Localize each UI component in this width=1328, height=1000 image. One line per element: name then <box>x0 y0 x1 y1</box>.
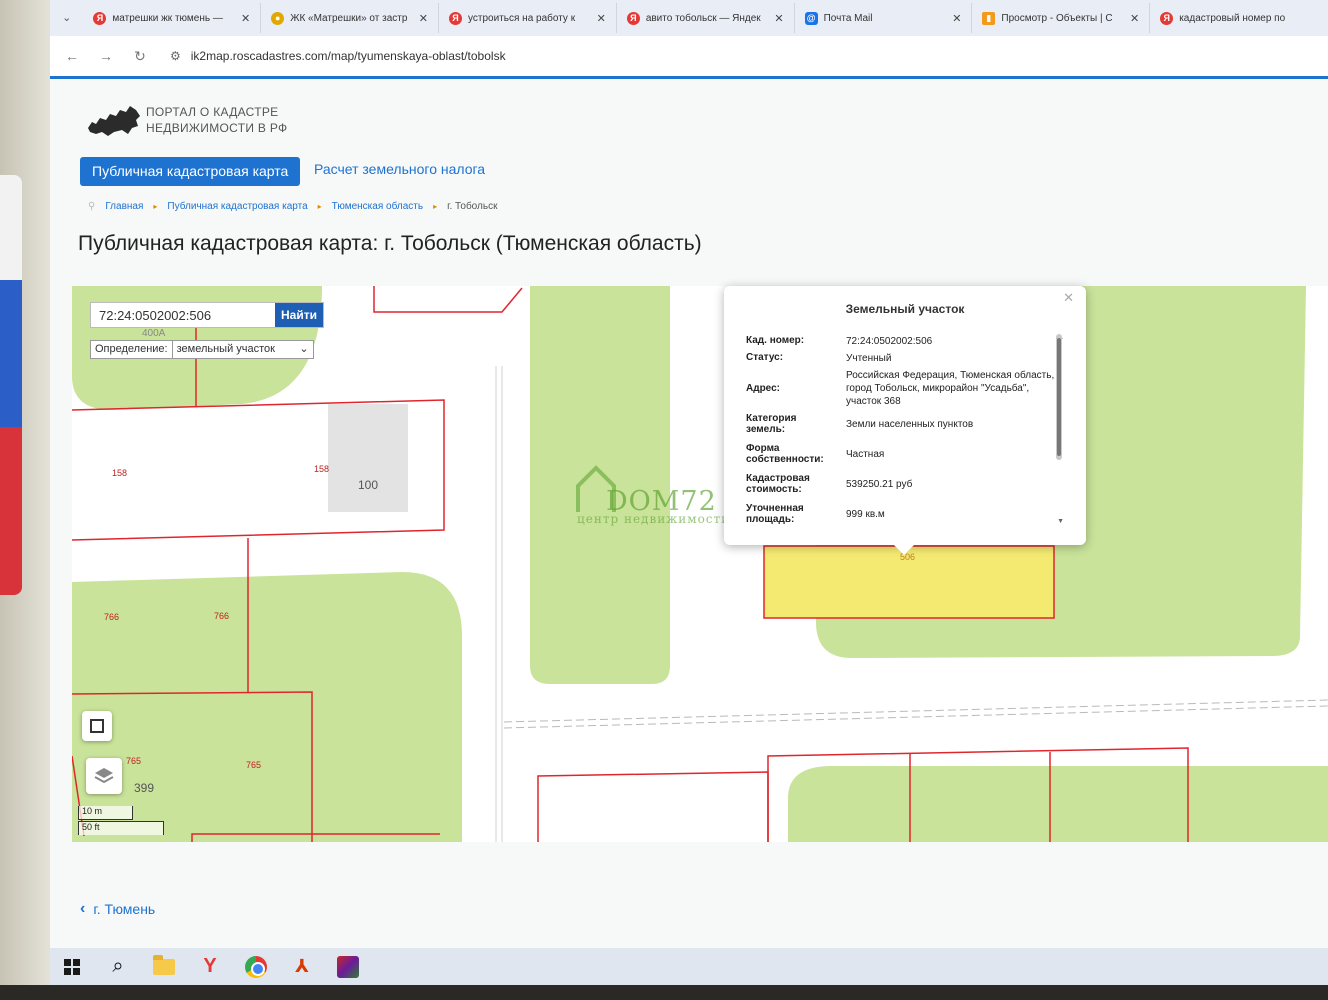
close-icon[interactable]: ✕ <box>1130 12 1139 25</box>
chrome-button[interactable] <box>242 953 270 981</box>
popup-scroll-thumb[interactable] <box>1057 338 1061 456</box>
popup-title: Земельный участок <box>845 302 965 316</box>
close-icon[interactable]: ✕ <box>952 12 961 25</box>
browser-tab[interactable]: @ Почта Mail ✕ <box>795 3 973 33</box>
cadastral-search: Найти <box>90 302 324 328</box>
taskbar: ⌕ Y ⅄ <box>50 948 1328 985</box>
parcel-label: 766 <box>214 611 229 621</box>
location-pin-icon: ⚲ <box>88 201 96 212</box>
parcel-label: 400А <box>142 328 166 339</box>
tab-search-chevron-icon[interactable]: ⌄ <box>58 9 75 27</box>
reload-icon[interactable]: ↻ <box>132 48 148 65</box>
portal-title[interactable]: ПОРТАЛ О КАДАСТРЕ НЕДВИЖИМОСТИ В РФ <box>146 104 346 136</box>
chevron-right-icon: ▸ <box>433 202 438 211</box>
yandex-browser-icon[interactable]: Y <box>196 953 224 981</box>
browser-window: ⌄ Яматрешки жк тюмень — ✕ ● ЖК «Матрешки» … <box>50 0 1328 985</box>
parcel-label: 766 <box>104 612 119 622</box>
browser-tab[interactable]: Яустроиться на работу к ✕ <box>439 3 617 33</box>
search-icon[interactable]: ⌕ <box>104 953 132 981</box>
close-icon[interactable]: ✕ <box>241 12 250 25</box>
site-icon: ● <box>271 11 285 25</box>
browser-tab[interactable]: Якадастровый номер по <box>1150 3 1328 33</box>
yandex-icon: Я <box>1160 11 1174 25</box>
browser-tab[interactable]: Яматрешки жк тюмень — ✕ <box>83 3 262 33</box>
map-canvas[interactable]: 400А 158 158 100 766 766 765 765 399 506 <box>72 286 1328 842</box>
scale-feet: 50 ft <box>78 821 164 835</box>
browser-tab[interactable]: ▮ Просмотр - Объекты | С ✕ <box>972 3 1151 33</box>
square-icon <box>90 719 104 733</box>
yandex-icon: Я <box>93 11 107 25</box>
parcel-label: 158 <box>314 464 329 474</box>
address-bar: ← → ↻ ⚙ ik2map.roscadastres.com/map/tyum… <box>50 36 1328 76</box>
page-title: Публичная кадастровая карта: г. Тобольск… <box>78 232 702 255</box>
chrome-icon <box>245 955 267 978</box>
back-to-tyumen-link[interactable]: ‹ г. Тюмень <box>80 900 155 918</box>
definition-label: Определение: <box>91 341 173 358</box>
flag-decoration <box>0 175 22 595</box>
layers-button[interactable] <box>86 758 122 794</box>
info-row: Категория земель: Земли населенных пункто… <box>746 413 974 435</box>
windows-icon <box>64 958 80 975</box>
parcel-label: 100 <box>358 478 378 492</box>
definition-select[interactable]: Определение: земельный участок ⌄ <box>90 340 314 359</box>
chevron-down-icon: ⌄ <box>299 343 309 355</box>
find-button[interactable]: Найти <box>275 303 323 327</box>
parcel-label: 765 <box>246 760 261 770</box>
url-field[interactable]: ⚙ ik2map.roscadastres.com/map/tyumenskay… <box>170 49 506 63</box>
info-row: Адрес: Российская Федерация, Тюменская об… <box>746 370 1055 407</box>
info-row: Уточненная площадь: 999 кв.м <box>746 503 885 525</box>
mail-icon: @ <box>804 11 818 25</box>
green-area <box>72 572 462 842</box>
scroll-down-icon[interactable]: ▼ <box>1057 518 1064 525</box>
browser-tab[interactable]: ● ЖК «Матрешки» от застр ✕ <box>261 3 440 33</box>
pdf-icon[interactable]: ⅄ <box>288 953 316 981</box>
file-explorer-button[interactable] <box>150 953 178 981</box>
parcel-label: 765 <box>126 756 141 766</box>
tab-bar: ⌄ Яматрешки жк тюмень — ✕ ● ЖК «Матрешки» … <box>50 0 1328 36</box>
parcel-label: 158 <box>112 468 127 478</box>
monitor-bezel-bottom <box>0 985 1328 1000</box>
scale-meters: 10 m <box>78 806 133 820</box>
definition-dropdown[interactable]: земельный участок ⌄ <box>173 341 313 358</box>
breadcrumb-current: г. Тобольск <box>447 201 498 212</box>
forward-arrow-icon[interactable]: → <box>98 48 114 64</box>
info-row: Статус: Учтенный <box>746 352 892 364</box>
info-row: Кадастровая стоимость: 539250.21 руб <box>746 473 913 495</box>
fullscreen-button[interactable] <box>82 711 112 741</box>
close-icon[interactable]: ✕ <box>774 12 783 25</box>
breadcrumb: ⚲ Главная ▸ Публичная кадастровая карта … <box>88 201 497 212</box>
cadastral-number-input[interactable] <box>91 303 275 327</box>
yandex-icon: Я <box>626 11 640 25</box>
russia-map-logo-icon <box>88 106 140 136</box>
cadastral-map[interactable]: 400А 158 158 100 766 766 765 765 399 506 <box>72 286 1328 842</box>
back-arrow-icon[interactable]: ← <box>64 48 80 64</box>
app-button[interactable] <box>334 953 362 981</box>
yandex-icon: Я <box>449 11 463 25</box>
building-block <box>328 404 408 512</box>
chevron-right-icon: ▸ <box>153 202 158 211</box>
chevron-left-icon: ‹ <box>80 900 86 917</box>
folder-icon <box>153 954 175 975</box>
watermark-sub: центр недвижимости <box>577 512 731 526</box>
layers-icon <box>94 768 114 784</box>
breadcrumb-home[interactable]: Главная <box>105 201 143 212</box>
parcel-info-popup: ✕ Земельный участок Кад. номер: 72:24:050… <box>724 286 1086 555</box>
site-settings-icon[interactable]: ⚙ <box>170 49 181 63</box>
browser-tab[interactable]: Яавито тобольск — Яндек ✕ <box>617 3 795 33</box>
info-row: Кад. номер: 72:24:0502002:506 <box>746 335 933 347</box>
info-row: Форма собственности: Частная <box>746 443 885 465</box>
green-area <box>788 766 1328 842</box>
chevron-right-icon: ▸ <box>317 202 322 211</box>
breadcrumb-map[interactable]: Публичная кадастровая карта <box>167 201 307 212</box>
parcel-label: 399 <box>134 781 154 795</box>
nav-cadastral-map[interactable]: Публичная кадастровая карта <box>80 157 301 186</box>
nav-land-tax[interactable]: Расчет земельного налога <box>314 161 485 177</box>
close-icon[interactable]: ✕ <box>419 12 428 25</box>
app-icon <box>337 955 359 978</box>
breadcrumb-region[interactable]: Тюменская область <box>332 201 423 212</box>
chart-icon: ▮ <box>982 11 996 25</box>
start-button[interactable] <box>58 953 86 981</box>
loading-bar <box>50 76 1328 79</box>
close-icon[interactable]: ✕ <box>597 12 606 25</box>
